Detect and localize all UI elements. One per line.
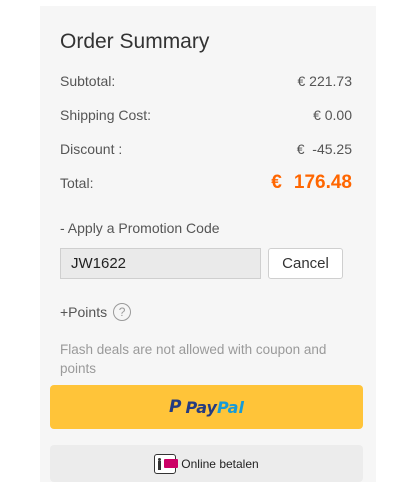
order-summary-title: Order Summary: [60, 30, 210, 53]
paypal-wordmark-pay: Pay: [185, 397, 217, 417]
total-label: Total:: [60, 175, 94, 191]
points-row: +Points ?: [60, 303, 132, 321]
shipping-value: € 0.00: [313, 107, 352, 123]
paypal-logo: P Pay Pal: [169, 397, 244, 417]
ideal-button[interactable]: Online betalen: [50, 445, 363, 482]
cancel-promotion-button[interactable]: Cancel: [268, 248, 343, 279]
ideal-icon: [154, 453, 179, 474]
promotion-code-label: - Apply a Promotion Code: [60, 220, 220, 236]
shipping-label: Shipping Cost:: [60, 107, 152, 123]
promotion-code-input[interactable]: [60, 248, 261, 279]
ideal-label: Online betalen: [181, 456, 259, 471]
paypal-mark-icon: P: [169, 397, 182, 417]
discount-row: Discount : € -45.25: [60, 141, 352, 157]
coupon-notice: Flash deals are not allowed with coupon …: [60, 342, 327, 376]
discount-value: € -45.25: [296, 141, 352, 157]
total-currency: €: [271, 172, 282, 193]
shipping-row: Shipping Cost: € 0.00: [60, 107, 352, 123]
total-amount: 176.48: [293, 172, 352, 193]
points-label: +Points: [60, 304, 108, 320]
discount-label: Discount :: [60, 141, 123, 157]
paypal-wordmark-pal: Pal: [216, 397, 244, 417]
subtotal-value: € 221.73: [297, 73, 353, 89]
total-row: Total: €176.48: [60, 172, 352, 194]
subtotal-row: Subtotal: € 221.73: [60, 73, 352, 89]
help-icon[interactable]: ?: [113, 303, 132, 321]
paypal-button[interactable]: P Pay Pal: [50, 385, 363, 429]
subtotal-label: Subtotal:: [60, 73, 116, 89]
total-value: €176.48: [271, 172, 352, 194]
